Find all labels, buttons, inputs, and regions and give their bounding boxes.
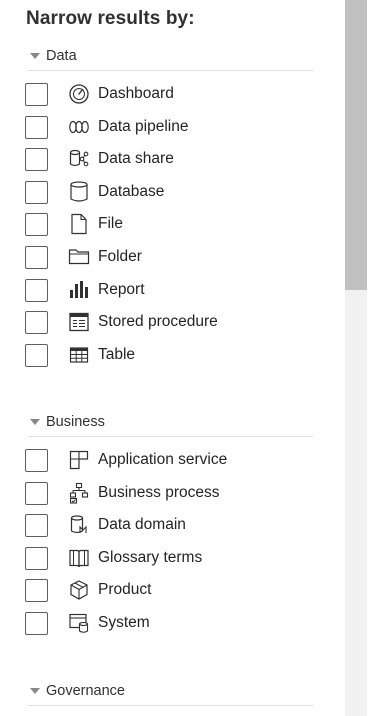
narrow-results-panel: Narrow results by: Data Dashboard Data p… bbox=[0, 0, 345, 716]
checkbox[interactable] bbox=[25, 449, 48, 472]
checkbox[interactable] bbox=[25, 148, 48, 172]
panel-title: Narrow results by: bbox=[26, 8, 195, 29]
system-icon bbox=[68, 612, 90, 634]
checkbox[interactable] bbox=[25, 343, 48, 367]
product-icon bbox=[68, 579, 90, 601]
filter-item-dashboard[interactable]: Dashboard bbox=[25, 79, 313, 112]
stored-procedure-icon bbox=[68, 311, 90, 333]
filter-item-glossary-terms[interactable]: Glossary terms bbox=[25, 543, 313, 576]
filter-item-data-domain[interactable]: Data domain bbox=[25, 510, 313, 543]
item-label: System bbox=[98, 613, 150, 631]
section-items: Dashboard Data pipeline Data share Datab… bbox=[25, 79, 313, 373]
window-edge bbox=[367, 0, 374, 716]
caret-down-icon bbox=[30, 688, 40, 694]
business-process-icon bbox=[68, 482, 90, 504]
checkbox[interactable] bbox=[25, 115, 48, 139]
filter-item-table[interactable]: Table bbox=[25, 340, 313, 373]
data-share-icon bbox=[68, 148, 90, 170]
filter-pane: Narrow results by: Data Dashboard Data p… bbox=[0, 0, 374, 716]
data-domain-icon bbox=[68, 514, 90, 536]
filter-item-folder[interactable]: Folder bbox=[25, 242, 313, 275]
filter-item-file[interactable]: File bbox=[25, 209, 313, 242]
section-label: Data bbox=[46, 48, 77, 64]
filter-item-system[interactable]: System bbox=[25, 608, 313, 641]
dashboard-icon bbox=[68, 83, 90, 105]
filter-item-database[interactable]: Database bbox=[25, 177, 313, 210]
item-label: Glossary terms bbox=[98, 548, 203, 566]
filter-item-product[interactable]: Product bbox=[25, 575, 313, 608]
scrollbar-thumb[interactable] bbox=[345, 0, 367, 290]
section-header-data[interactable]: Data bbox=[28, 47, 313, 71]
checkbox[interactable] bbox=[25, 611, 48, 635]
checkbox[interactable] bbox=[25, 278, 48, 302]
filter-item-stored-procedure[interactable]: Stored procedure bbox=[25, 307, 313, 340]
item-label: Application service bbox=[98, 451, 228, 468]
checkbox[interactable] bbox=[25, 514, 48, 538]
checkbox[interactable] bbox=[25, 180, 48, 204]
section-items: Application service Business process Dat… bbox=[25, 445, 313, 641]
section-label: Business bbox=[46, 414, 105, 430]
item-label: Product bbox=[98, 581, 152, 599]
item-label: Stored procedure bbox=[98, 313, 218, 331]
filter-item-application-service[interactable]: Application service bbox=[25, 445, 313, 478]
item-label: Data pipeline bbox=[98, 117, 189, 135]
checkbox[interactable] bbox=[25, 481, 48, 505]
caret-down-icon bbox=[30, 53, 40, 59]
item-label: Business process bbox=[98, 483, 220, 501]
filter-item-report[interactable]: Report bbox=[25, 275, 313, 308]
database-icon bbox=[68, 181, 90, 203]
item-label: Table bbox=[98, 345, 136, 363]
filter-item-data-pipeline[interactable]: Data pipeline bbox=[25, 112, 313, 145]
item-label: File bbox=[98, 215, 123, 233]
folder-icon bbox=[68, 246, 90, 268]
item-label: Data share bbox=[98, 150, 174, 168]
checkbox[interactable] bbox=[25, 311, 48, 335]
section-header-governance[interactable]: Governance bbox=[28, 682, 313, 706]
section-data: Data Dashboard Data pipeline Data share … bbox=[25, 47, 313, 373]
checkbox[interactable] bbox=[25, 546, 48, 570]
item-label: Data domain bbox=[98, 516, 186, 534]
application-service-icon bbox=[68, 449, 90, 471]
item-label: Dashboard bbox=[98, 85, 174, 102]
filter-item-data-share[interactable]: Data share bbox=[25, 144, 313, 177]
data-pipeline-icon bbox=[68, 116, 90, 138]
checkbox[interactable] bbox=[25, 579, 48, 603]
table-icon bbox=[68, 344, 90, 366]
checkbox[interactable] bbox=[25, 245, 48, 269]
file-icon bbox=[68, 213, 90, 235]
filter-item-business-process[interactable]: Business process bbox=[25, 478, 313, 511]
vertical-scrollbar[interactable] bbox=[345, 0, 367, 716]
checkbox[interactable] bbox=[25, 83, 48, 106]
item-label: Report bbox=[98, 280, 145, 298]
checkbox[interactable] bbox=[25, 213, 48, 237]
section-business: Business Application service Business pr… bbox=[25, 413, 313, 641]
caret-down-icon bbox=[30, 419, 40, 425]
report-icon bbox=[68, 279, 90, 301]
section-governance: Governance bbox=[28, 682, 313, 706]
glossary-terms-icon bbox=[68, 547, 90, 569]
item-label: Folder bbox=[98, 247, 142, 265]
section-label: Governance bbox=[46, 683, 125, 699]
section-header-business[interactable]: Business bbox=[28, 413, 313, 437]
item-label: Database bbox=[98, 182, 165, 200]
